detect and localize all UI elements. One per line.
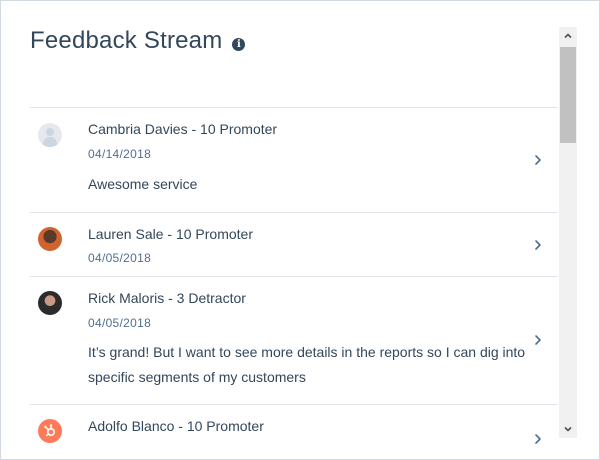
avatar (38, 419, 62, 443)
chevron-right-icon[interactable] (532, 154, 544, 166)
feedback-name: Adolfo Blanco - 10 Promoter (88, 418, 264, 434)
feedback-list: Cambria Davies - 10 Promoter 04/14/2018 … (30, 107, 558, 459)
page-title: Feedback Stream (30, 27, 223, 54)
feedback-date: 04/05/2018 (88, 251, 152, 265)
list-item[interactable]: Cambria Davies - 10 Promoter 04/14/2018 … (30, 108, 558, 213)
feedback-name: Lauren Sale - 10 Promoter (88, 226, 253, 242)
list-item[interactable]: Adolfo Blanco - 10 Promoter (30, 405, 558, 459)
chevron-right-icon[interactable] (532, 433, 544, 445)
chevron-up-icon (564, 33, 572, 39)
list-item[interactable]: Lauren Sale - 10 Promoter 04/05/2018 (30, 213, 558, 277)
feedback-name: Cambria Davies - 10 Promoter (88, 121, 278, 137)
chevron-right-icon[interactable] (532, 334, 544, 346)
feedback-date: 04/05/2018 (88, 316, 152, 330)
hubspot-sprocket-icon (44, 424, 56, 437)
feedback-name: Rick Maloris - 3 Detractor (88, 290, 246, 306)
feedback-date: 04/14/2018 (88, 147, 152, 161)
feedback-comment: Awesome service (88, 176, 198, 192)
scroll-down-button[interactable] (559, 420, 577, 438)
chevron-right-icon[interactable] (532, 239, 544, 251)
info-icon[interactable]: i (232, 37, 246, 51)
scrollbar-thumb[interactable] (560, 47, 576, 143)
header: Feedback Stream i (30, 27, 246, 55)
scrollbar[interactable] (559, 27, 577, 438)
feedback-comment: It’s grand! But I want to see more detai… (88, 344, 526, 385)
avatar (38, 227, 62, 251)
scroll-up-button[interactable] (559, 27, 577, 45)
avatar (38, 291, 62, 315)
feedback-stream-card: Feedback Stream i Cambria Davies - 10 Pr… (0, 0, 600, 460)
avatar (38, 123, 62, 147)
list-item[interactable]: Rick Maloris - 3 Detractor 04/05/2018 It… (30, 277, 558, 405)
chevron-down-icon (564, 426, 572, 432)
